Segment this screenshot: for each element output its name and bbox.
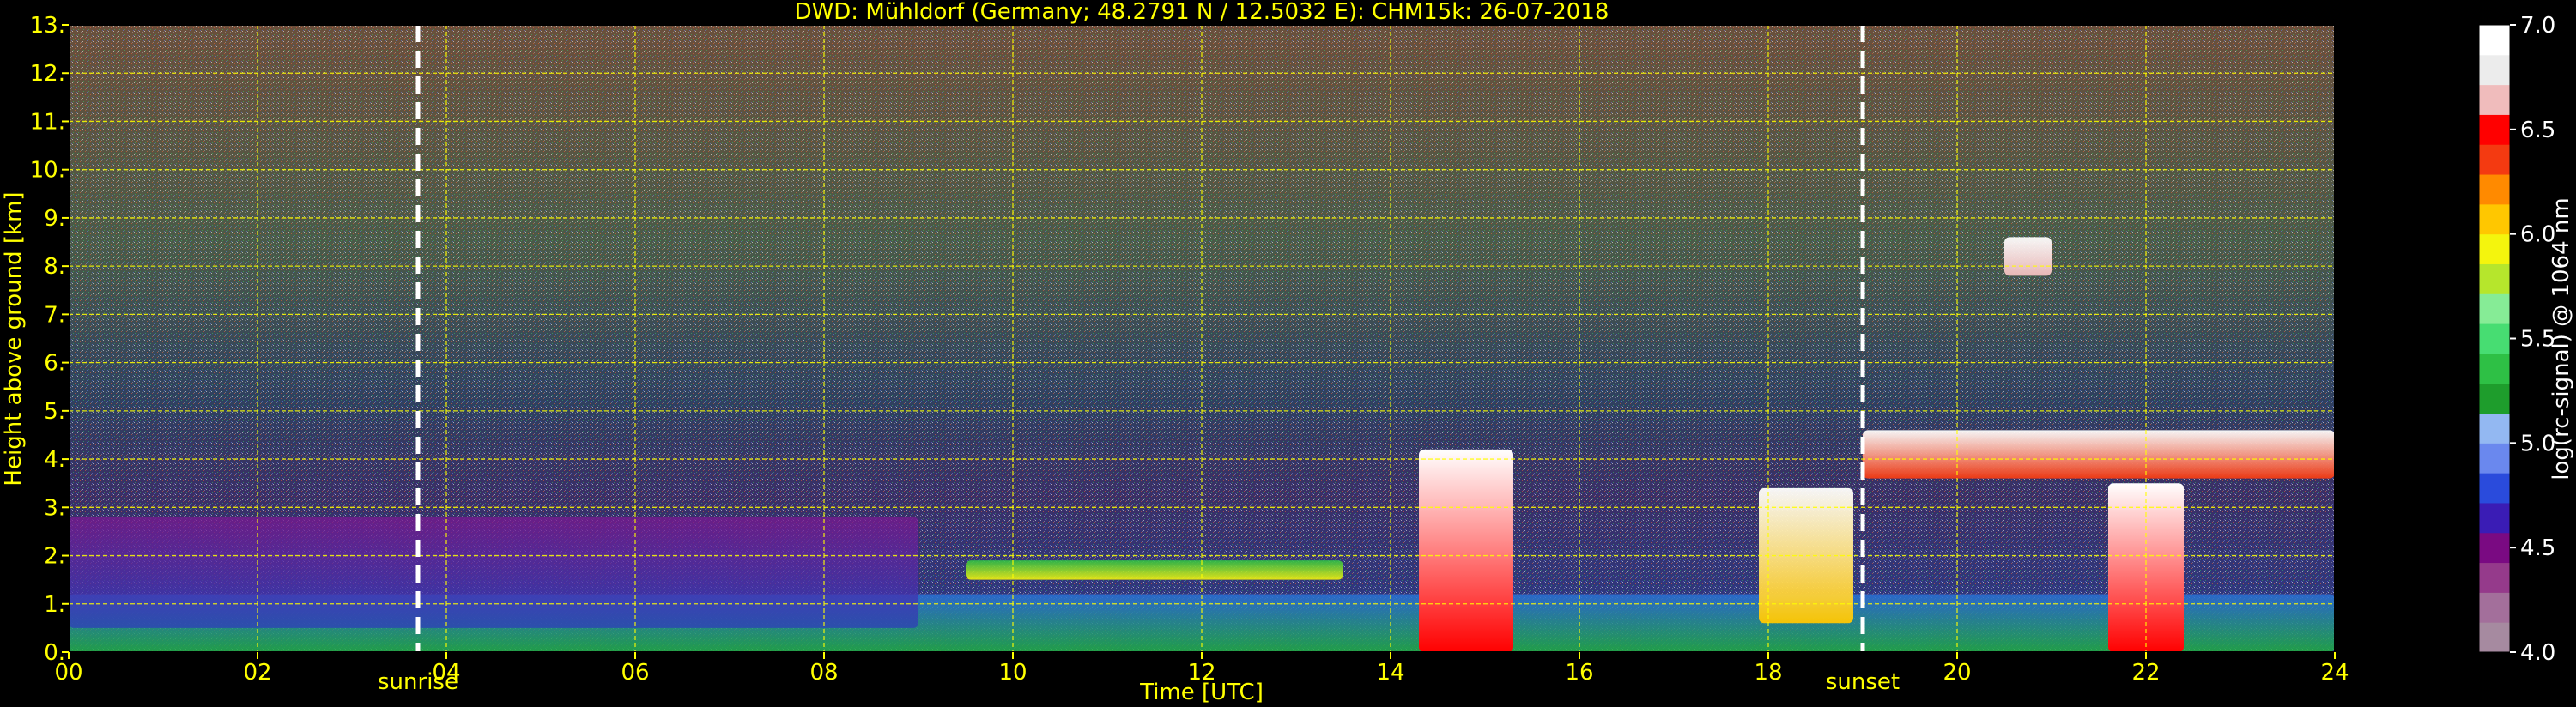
colorbar-segment	[2479, 413, 2510, 444]
x-tick-label: 16	[1565, 660, 1593, 686]
colorbar-segment	[2479, 532, 2510, 564]
x-tick-label: 18	[1754, 660, 1782, 686]
colorbar-segment	[2479, 114, 2510, 145]
x-axis-label: Time [UTC]	[1139, 680, 1264, 705]
colorbar-segment	[2479, 443, 2510, 474]
feature-cloud-layer	[1863, 430, 2335, 479]
colorbar-segment	[2479, 562, 2510, 593]
colorbar-tick-label: 4.5	[2520, 535, 2555, 561]
colorbar-segment	[2479, 323, 2510, 354]
y-tick-label: 3.	[44, 495, 65, 521]
y-tick-label: 9.	[44, 206, 65, 232]
y-tick-label: 10.	[30, 158, 65, 184]
colorbar-segment	[2479, 473, 2510, 504]
colorbar-segment	[2479, 383, 2510, 414]
colorbar-segment	[2479, 622, 2510, 653]
y-tick-label: 0.	[44, 640, 65, 666]
colorbar-segment	[2479, 502, 2510, 534]
y-tick-label: 6.	[44, 351, 65, 377]
colorbar-segment	[2479, 25, 2510, 56]
colorbar-segment	[2479, 203, 2510, 235]
x-tick-label: 22	[2131, 660, 2160, 686]
x-tick-label: 02	[243, 660, 271, 686]
y-tick-label: 5.	[44, 399, 65, 425]
y-tick-label: 12.	[30, 61, 65, 87]
colorbar-segment	[2479, 174, 2510, 205]
feature-residual-layer	[69, 517, 918, 628]
colorbar-segment	[2479, 263, 2510, 294]
y-tick-label: 11.	[30, 109, 65, 135]
colorbar-segment	[2479, 293, 2510, 324]
colorbar-tick-label: 4.0	[2520, 640, 2555, 666]
x-tick-label: 10	[998, 660, 1027, 686]
y-tick-label: 4.	[44, 447, 65, 473]
y-tick-label: 7.	[44, 302, 65, 328]
feature-elevated-cloud	[2004, 237, 2052, 276]
y-tick-label: 8.	[44, 254, 65, 280]
feature-cumulus-clouds	[966, 560, 1343, 580]
x-tick-label: 20	[1943, 660, 1971, 686]
y-axis-label: Height above ground [km]	[1, 191, 27, 486]
y-tick-label: 13.	[30, 13, 65, 39]
colorbar-segment	[2479, 84, 2510, 115]
colorbar-segment	[2479, 353, 2510, 384]
colorbar-segment	[2479, 592, 2510, 623]
colorbar-segment	[2479, 54, 2510, 86]
colorbar-tick-label: 7.0	[2520, 13, 2555, 39]
x-tick-label: 14	[1376, 660, 1404, 686]
colorbar-segment	[2479, 233, 2510, 264]
colorbar-segment	[2479, 144, 2510, 175]
y-tick-label: 2.	[44, 544, 65, 570]
x-tick-label: 08	[809, 660, 838, 686]
sunset-label: sunset	[1826, 669, 1900, 695]
feature-convective-cloud	[1419, 449, 1513, 652]
ceilometer-chart: sunrise sunset 00 02 04 06 08 10 12 14 16 18 20 22 24…	[1, 0, 2574, 705]
x-tick-label: 24	[2320, 660, 2349, 686]
y-tick-label: 1.	[44, 592, 65, 618]
colorbar-label: log(rc-signal) @ 1064 nm	[2549, 197, 2574, 480]
x-tick-label: 04	[432, 660, 460, 686]
colorbar-tick-label: 6.5	[2520, 118, 2555, 143]
x-tick-label: 06	[621, 660, 649, 686]
chart-title: DWD: Mühldorf (Germany; 48.2791 N / 12.5…	[795, 0, 1609, 25]
